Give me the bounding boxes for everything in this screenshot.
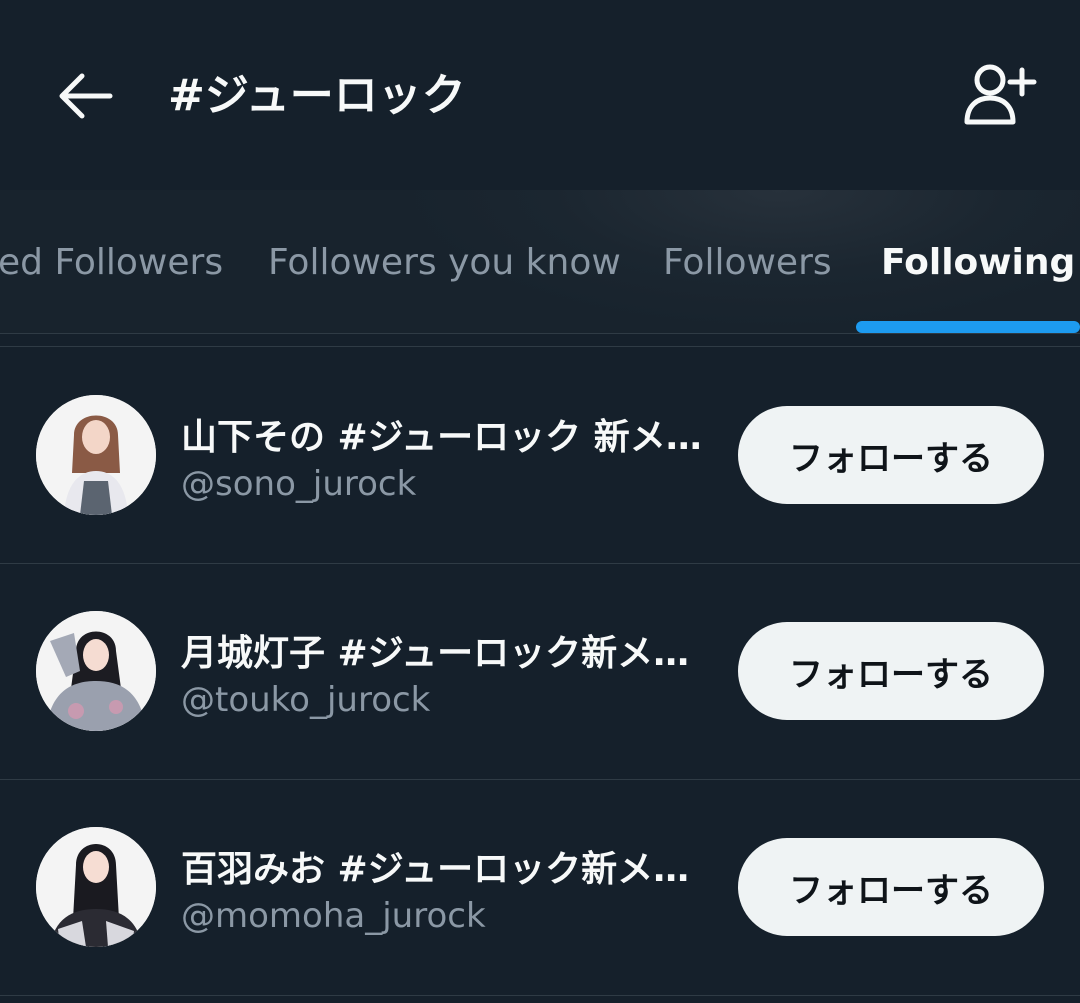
display-name: 山下その #ジューロック 新メ…	[181, 417, 702, 458]
avatar-image	[36, 827, 156, 947]
follow-button[interactable]: フォローする	[738, 622, 1044, 720]
display-name: 月城灯子 #ジューロック新メ…	[181, 633, 690, 674]
arrow-left-icon	[59, 73, 113, 119]
tab-bar: ed Followers Followers you know Follower…	[0, 190, 1080, 334]
list-item[interactable]: 百羽みお #ジューロック新メ… @momoha_jurock フォローする	[0, 779, 1080, 996]
tab-verified-followers[interactable]: ed Followers	[0, 238, 223, 288]
active-tab-indicator	[856, 321, 1080, 333]
tab-following[interactable]: Following	[881, 238, 1075, 288]
user-handle: @momoha_jurock	[181, 896, 486, 936]
list-item[interactable]: 月城灯子 #ジューロック新メ… @touko_jurock フォローする	[0, 563, 1080, 780]
add-user-button[interactable]	[958, 56, 1042, 132]
user-handle: @touko_jurock	[181, 680, 431, 720]
user-handle: @sono_jurock	[181, 464, 417, 504]
follow-button[interactable]: フォローする	[738, 406, 1044, 504]
avatar[interactable]	[36, 611, 156, 731]
avatar-image	[36, 395, 156, 515]
avatar[interactable]	[36, 827, 156, 947]
page-title: #ジューロック	[168, 70, 466, 121]
person-add-icon	[964, 64, 1037, 125]
display-name: 百羽みお #ジューロック新メ…	[181, 849, 690, 890]
avatar[interactable]	[36, 395, 156, 515]
back-button[interactable]	[52, 62, 120, 130]
list-item[interactable]: 山下その #ジューロック 新メ… @sono_jurock フォローする	[0, 347, 1080, 564]
app-root: #ジューロック ed Followers Followers you know …	[0, 0, 1080, 1003]
top-bar: #ジューロック	[0, 0, 1080, 190]
follow-button[interactable]: フォローする	[738, 838, 1044, 936]
tab-followers[interactable]: Followers	[663, 238, 832, 288]
avatar-image	[36, 611, 156, 731]
tab-followers-you-know[interactable]: Followers you know	[268, 238, 621, 288]
